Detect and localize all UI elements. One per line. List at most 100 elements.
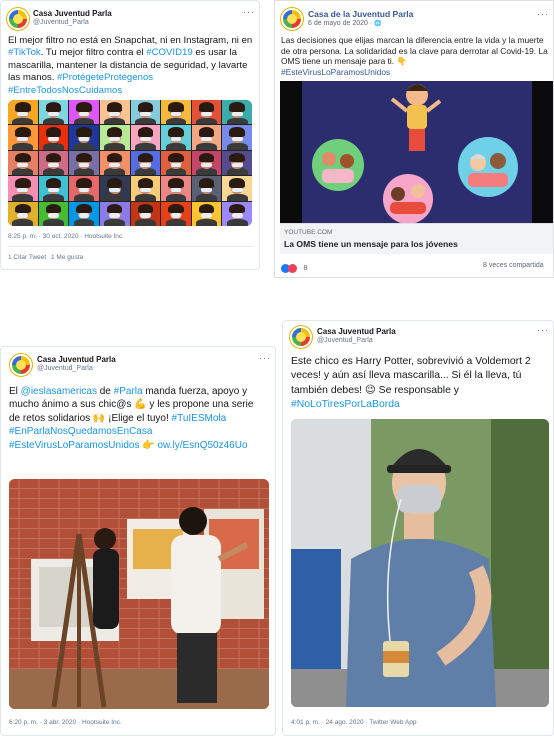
face-tile — [38, 176, 69, 201]
painting-students-photo — [9, 479, 269, 709]
face-tile — [130, 150, 161, 176]
reaction-count: 8 — [303, 265, 308, 273]
author-name[interactable]: Casa Juventud Parla — [37, 355, 116, 364]
page-name[interactable]: Casa de la Juventud Parla — [308, 9, 413, 19]
face-tile — [38, 150, 69, 176]
face-tile — [222, 100, 252, 125]
hashtag-link[interactable]: #ProtégeteProtégenos — [57, 72, 153, 83]
link-title[interactable]: La OMS tiene un mensaje para los jóvenes — [284, 239, 458, 249]
retweet-count[interactable]: 1 Citar Tweet — [8, 254, 46, 261]
more-options-icon[interactable]: ··· — [537, 325, 549, 335]
tweet-image[interactable] — [9, 479, 269, 709]
hashtag-link[interactable]: #EsteVirusLoParamosUnidos — [281, 67, 390, 77]
tweet-image[interactable] — [291, 419, 549, 707]
face-tile — [99, 176, 130, 201]
face-tile — [161, 201, 191, 226]
hashtag-link[interactable]: #EsteVirusLoParamosUnidos — [9, 440, 139, 451]
post-date-text[interactable]: 6 de mayo de 2020 · — [308, 20, 374, 27]
link-preview-caption[interactable]: YOUTUBE.COM La OMS tiene un mensaje para… — [280, 223, 553, 254]
author-handle[interactable]: @Juventud_Parla — [317, 337, 373, 344]
masked-man-photo — [291, 419, 549, 707]
divider — [8, 246, 254, 247]
face-tile — [161, 176, 191, 201]
author-name[interactable]: Casa Juventud Parla — [317, 327, 396, 336]
face-tile — [191, 201, 222, 226]
avatar[interactable] — [6, 7, 30, 31]
face-tile — [161, 100, 191, 125]
avatar[interactable] — [9, 353, 33, 377]
link-source: YOUTUBE.COM — [284, 229, 333, 236]
face-tile — [8, 100, 38, 125]
hashtag-link[interactable]: #EnParlaNosQuedamosEnCasa — [9, 426, 152, 437]
face-tile — [38, 125, 69, 150]
oms-illustration — [280, 81, 553, 223]
face-tile — [38, 201, 69, 226]
face-tile — [222, 176, 252, 201]
face-tile — [8, 125, 38, 150]
share-count[interactable]: 8 veces compartida — [483, 262, 544, 269]
author-name[interactable]: Casa Juventud Parla — [33, 9, 112, 18]
author-handle[interactable]: @Juventud_Parla — [37, 365, 93, 372]
text-segment: Este chico es Harry Potter, sobrevivió a… — [291, 356, 531, 396]
love-reaction-icon — [288, 264, 297, 274]
face-tile — [130, 100, 161, 125]
face-tile — [8, 176, 38, 201]
face-tile — [130, 201, 161, 226]
author-handle[interactable]: @Juventud_Parla — [33, 19, 89, 26]
face-tile — [8, 201, 38, 226]
face-tile — [99, 150, 130, 176]
face-tile — [161, 125, 191, 150]
more-options-icon[interactable]: ··· — [243, 7, 255, 17]
hashtag-link[interactable]: #COVID19 — [146, 47, 192, 58]
text-segment: El mejor filtro no está en Snapchat, ni … — [8, 35, 253, 46]
face-tile — [130, 125, 161, 150]
face-tile — [69, 100, 99, 125]
face-tile — [69, 125, 99, 150]
tweet-card-harry-potter: Casa Juventud Parla @Juventud_Parla ··· … — [282, 320, 554, 736]
link-preview-image[interactable] — [280, 81, 553, 223]
tweet-header: Casa Juventud Parla @Juventud_Parla ··· — [1, 1, 259, 35]
face-tile — [8, 150, 38, 176]
tweet-text: El @ieslasamericas de #Parla manda fuerz… — [9, 385, 261, 452]
hashtag-link[interactable]: @ieslasamericas — [21, 386, 97, 397]
tweet-timestamp[interactable]: 6:20 p. m. · 3 abr. 2020 · Hootsuite Inc… — [9, 719, 122, 726]
tweet-text: El mejor filtro no está en Snapchat, ni … — [8, 35, 256, 97]
hashtag-link[interactable]: #TikTok — [8, 47, 41, 58]
face-tile — [99, 100, 130, 125]
face-tile — [191, 150, 222, 176]
tweet-image[interactable] — [8, 100, 252, 226]
tweet-card-ies: Casa Juventud Parla @Juventud_Parla ··· … — [0, 346, 276, 736]
face-tile — [222, 201, 252, 226]
tweet-card-filtro: Casa Juventud Parla @Juventud_Parla ··· … — [0, 0, 260, 270]
hashtag-link[interactable]: #EntreTodosNosCuidamos — [8, 85, 122, 96]
like-count[interactable]: 1 Me gusta — [51, 254, 83, 261]
post-text: Las decisiones que elijas marcan la dife… — [281, 35, 553, 77]
face-tile — [191, 176, 222, 201]
avatar[interactable] — [289, 325, 313, 349]
reactions[interactable]: 8 — [281, 260, 308, 274]
face-tile — [99, 125, 130, 150]
tweet-timestamp[interactable]: 8:25 p. m. · 30 oct. 2020 · Hootsuite In… — [8, 233, 124, 240]
text-segment: Las decisiones que elijas marcan la dife… — [281, 35, 548, 66]
hashtag-link[interactable]: ow.ly/EsnQ50z46Uo — [157, 440, 247, 451]
hashtag-link[interactable]: #TuIESMola — [172, 413, 227, 424]
text-segment: El — [9, 386, 21, 397]
facebook-post-oms: Casa de la Juventud Parla 6 de mayo de 2… — [274, 0, 554, 278]
face-tile — [130, 176, 161, 201]
tweet-timestamp[interactable]: 4:01 p. m. · 24 ago. 2020 · Twitter Web … — [291, 719, 417, 726]
more-options-icon[interactable]: ··· — [537, 9, 549, 19]
hashtag-link[interactable]: #NoLoTiresPorLaBorda — [291, 399, 400, 410]
face-tile — [222, 150, 252, 176]
public-globe-icon: 🌐 — [374, 21, 382, 27]
masked-faces-grid — [8, 100, 252, 226]
avatar[interactable] — [280, 7, 304, 31]
text-segment: de — [96, 386, 114, 397]
face-tile — [69, 176, 99, 201]
face-tile — [191, 100, 222, 125]
hashtag-link[interactable]: #Parla — [114, 386, 143, 397]
text-segment: . Tu mejor filtro contra el — [40, 47, 147, 59]
more-options-icon[interactable]: ··· — [259, 353, 271, 363]
face-tile — [222, 125, 252, 150]
post-date[interactable]: 6 de mayo de 2020 · 🌐 — [308, 20, 382, 27]
face-tile — [69, 201, 99, 226]
